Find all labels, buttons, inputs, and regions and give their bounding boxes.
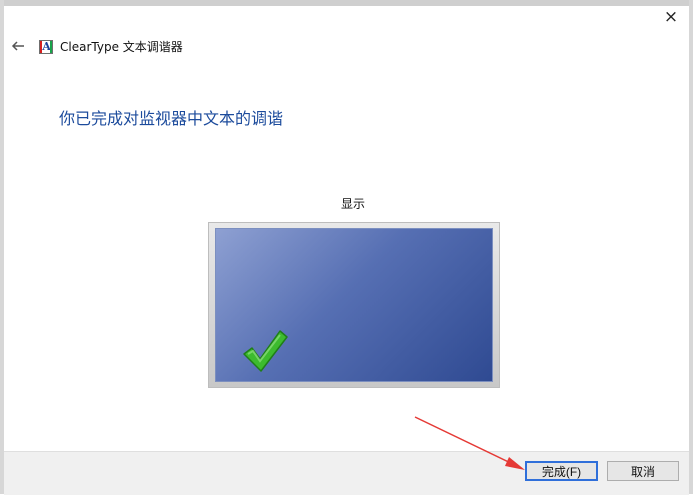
display-label: 显示 — [341, 197, 366, 211]
window-top-edge — [0, 0, 693, 6]
finish-button[interactable]: 完成(F) — [525, 461, 598, 481]
page-heading: 你已完成对监视器中文本的调谐 — [59, 109, 284, 128]
window-right-edge — [689, 0, 693, 494]
arrow-left-icon — [11, 41, 24, 51]
close-icon: × — [663, 7, 679, 27]
window-left-edge — [0, 0, 4, 494]
app-title: ClearType 文本调谐器 — [60, 40, 183, 54]
close-button[interactable]: × — [657, 8, 685, 26]
cleartype-icon-green-stripe — [50, 41, 52, 53]
cleartype-icon: A — [39, 40, 53, 54]
monitor-preview — [208, 222, 500, 388]
back-button[interactable] — [10, 38, 26, 54]
checkmark-icon — [243, 330, 288, 372]
monitor-screen — [215, 228, 493, 382]
cancel-button[interactable]: 取消 — [607, 461, 679, 481]
